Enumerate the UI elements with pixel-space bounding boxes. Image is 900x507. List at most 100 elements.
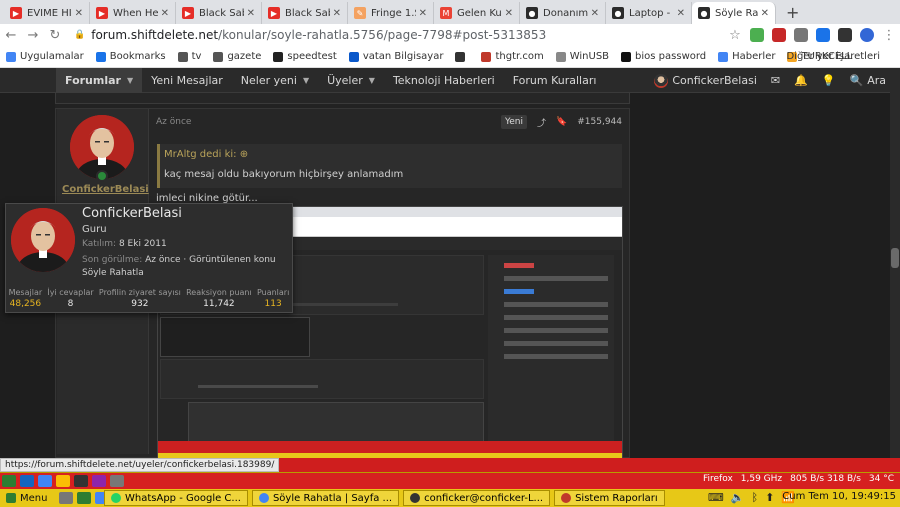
taskbar-window-button[interactable]: Söyle Rahatla | Sayfa ... — [251, 490, 400, 506]
browser-tab[interactable]: M Gelen Kutu✕ — [434, 2, 520, 24]
bookmark-item[interactable]: gazete — [213, 51, 261, 62]
arrow-up-circle-icon[interactable]: ⊕ — [240, 149, 248, 160]
app-launcher-icon[interactable] — [20, 475, 34, 487]
nav-user[interactable]: ConfickerBelasi — [654, 73, 757, 88]
app-launcher-icon[interactable] — [110, 475, 124, 487]
inbox-icon[interactable]: ✉ — [771, 74, 780, 87]
user-card-name[interactable]: ConfickerBelasi — [82, 206, 182, 221]
browser-tab[interactable]: ● Donanım -✕ — [520, 2, 606, 24]
profile-avatar-icon[interactable] — [860, 28, 874, 42]
browser-tab[interactable]: ▶ Black Sabb✕ — [176, 2, 262, 24]
cpu-frequency: 1,59 GHz — [740, 474, 783, 484]
nav-uyeler[interactable]: Üyeler ▼ — [318, 68, 384, 93]
extension-icon[interactable] — [838, 28, 852, 42]
nav-forumlar[interactable]: Forumlar ▼ — [56, 67, 143, 93]
close-icon[interactable]: ✕ — [247, 8, 255, 19]
close-icon[interactable]: ✕ — [161, 8, 169, 19]
new-badge: Yeni — [500, 115, 527, 129]
app-launcher-icon[interactable] — [77, 492, 92, 504]
other-bookmarks[interactable]: Diğer yer işaretleri — [786, 51, 880, 62]
bookmark-item[interactable]: thgtr.com — [481, 51, 544, 62]
taskbar-window-button[interactable]: Sistem Raporları — [554, 490, 665, 506]
user-stat[interactable]: Puanları 113 — [257, 288, 289, 312]
bell-icon[interactable]: 🔔 — [794, 74, 808, 87]
chrome-icon[interactable] — [38, 475, 52, 487]
chevron-down-icon[interactable]: ▼ — [369, 76, 375, 85]
browser-tab[interactable]: ● Söyle Rahat✕ — [692, 2, 776, 24]
address-bar[interactable]: 🔒 forum.shiftdelete.net/konular/soyle-ra… — [74, 26, 724, 44]
bulb-icon[interactable]: 💡 — [822, 74, 836, 87]
browser-tab[interactable]: ● Laptop - L✕ — [606, 2, 692, 24]
chevron-down-icon[interactable]: ▼ — [303, 76, 309, 85]
app-launcher-icon[interactable] — [92, 475, 106, 487]
terminal-icon[interactable] — [74, 475, 88, 487]
quote-author[interactable]: MrAltg dedi ki: ⊕ — [164, 149, 248, 160]
close-icon[interactable]: ✕ — [761, 8, 769, 19]
user-card-avatar[interactable] — [11, 208, 75, 272]
user-stat[interactable]: İyi cevaplar 8 — [47, 288, 93, 312]
bookmark-label: WinUSB — [569, 51, 610, 62]
post-time[interactable]: Az önce — [156, 117, 191, 127]
bookmark-item[interactable]: Bookmarks — [95, 51, 166, 62]
bookmark-item[interactable]: vatan Bilgisayar — [348, 51, 444, 62]
menu-kebab-icon[interactable]: ⋮ — [878, 28, 900, 43]
bookmark-star-icon[interactable]: ☆ — [724, 28, 746, 43]
nav-neler-yeni[interactable]: Neler yeni ▼ — [232, 68, 318, 93]
tab-title: Fringe 1.Se — [371, 7, 416, 19]
browser-tab[interactable]: ▶ When Hell F✕ — [90, 2, 176, 24]
app-launcher-icon[interactable] — [56, 475, 70, 487]
browser-tab[interactable]: ▶ Black Sabb✕ — [262, 2, 348, 24]
bookmark-item[interactable]: Uygulamalar — [6, 51, 84, 62]
chevron-down-icon[interactable]: ▼ — [127, 76, 133, 85]
post-author-name[interactable]: ConfickerBelasi — [62, 184, 149, 195]
bookmark-item[interactable]: Haberler — [718, 51, 775, 62]
update-icon[interactable]: ⬆ — [765, 491, 774, 504]
user-stat[interactable]: Profilin ziyaret sayısı 932 — [99, 288, 181, 312]
bookmark-item[interactable]: tv — [177, 51, 201, 62]
close-icon[interactable]: ✕ — [75, 8, 83, 19]
browser-tab[interactable]: ✎ Fringe 1.Se✕ — [348, 2, 434, 24]
volume-icon[interactable]: 🔈 — [731, 491, 745, 504]
browser-tab[interactable]: ▶ EVİME HIRS✕ — [4, 2, 90, 24]
bookmark-item[interactable]: WinUSB — [555, 51, 610, 62]
app-launcher-icon[interactable] — [2, 475, 16, 487]
close-icon[interactable]: ✕ — [591, 8, 599, 19]
nav-teknoloji-haberleri[interactable]: Teknoloji Haberleri — [384, 68, 504, 93]
temperature: 34 °C — [868, 474, 894, 484]
app-launcher-icon[interactable] — [59, 492, 74, 504]
bookmark-item[interactable]: speedtest — [273, 51, 337, 62]
url-host: forum.shiftdelete.net — [91, 28, 219, 42]
nav-forum-kurallari[interactable]: Forum Kuralları — [504, 68, 606, 93]
close-icon[interactable]: ✕ — [333, 8, 341, 19]
bookmark-icon[interactable]: 🔖 — [556, 117, 567, 127]
bookmark-item[interactable]: bios password — [621, 51, 706, 62]
post-number[interactable]: #155,944 — [577, 117, 622, 127]
tab-title: EVİME HIRS — [27, 7, 72, 19]
search-button[interactable]: 🔍 Ara — [850, 74, 887, 87]
share-icon[interactable]: ⤴ — [537, 116, 546, 129]
user-stat[interactable]: Reaksiyon puanı 11,742 — [186, 288, 252, 312]
nav-yeni-mesajlar[interactable]: Yeni Mesajlar — [142, 68, 232, 93]
new-tab-button[interactable]: + — [786, 2, 799, 24]
puzzle-icon[interactable] — [794, 28, 808, 42]
scrollbar-thumb[interactable] — [891, 248, 899, 268]
bookmark-item[interactable] — [455, 51, 469, 62]
menu-button[interactable]: Menu — [0, 490, 54, 506]
close-icon[interactable]: ✕ — [419, 8, 427, 19]
close-icon[interactable]: ✕ — [677, 8, 685, 19]
bookmark-label: vatan Bilgisayar — [362, 51, 444, 62]
forward-icon[interactable]: → — [22, 28, 44, 43]
clock[interactable]: Cum Tem 10, 19:49:15 — [782, 491, 896, 502]
user-stat[interactable]: Mesajlar 48,256 — [9, 288, 43, 312]
back-icon[interactable]: ← — [0, 28, 22, 43]
extension-icon[interactable] — [772, 28, 786, 42]
tab-title: Donanım - — [543, 7, 588, 19]
extension-icon[interactable] — [816, 28, 830, 42]
close-icon[interactable]: ✕ — [505, 8, 513, 19]
taskbar-window-button[interactable]: WhatsApp - Google C... — [104, 490, 248, 506]
extension-icon[interactable] — [750, 28, 764, 42]
bluetooth-icon[interactable]: ᛒ — [751, 491, 758, 504]
taskbar-window-button[interactable]: conficker@conficker-L... — [403, 490, 551, 506]
reload-icon[interactable]: ↻ — [44, 28, 66, 43]
keyboard-icon[interactable]: ⌨ — [708, 491, 724, 504]
